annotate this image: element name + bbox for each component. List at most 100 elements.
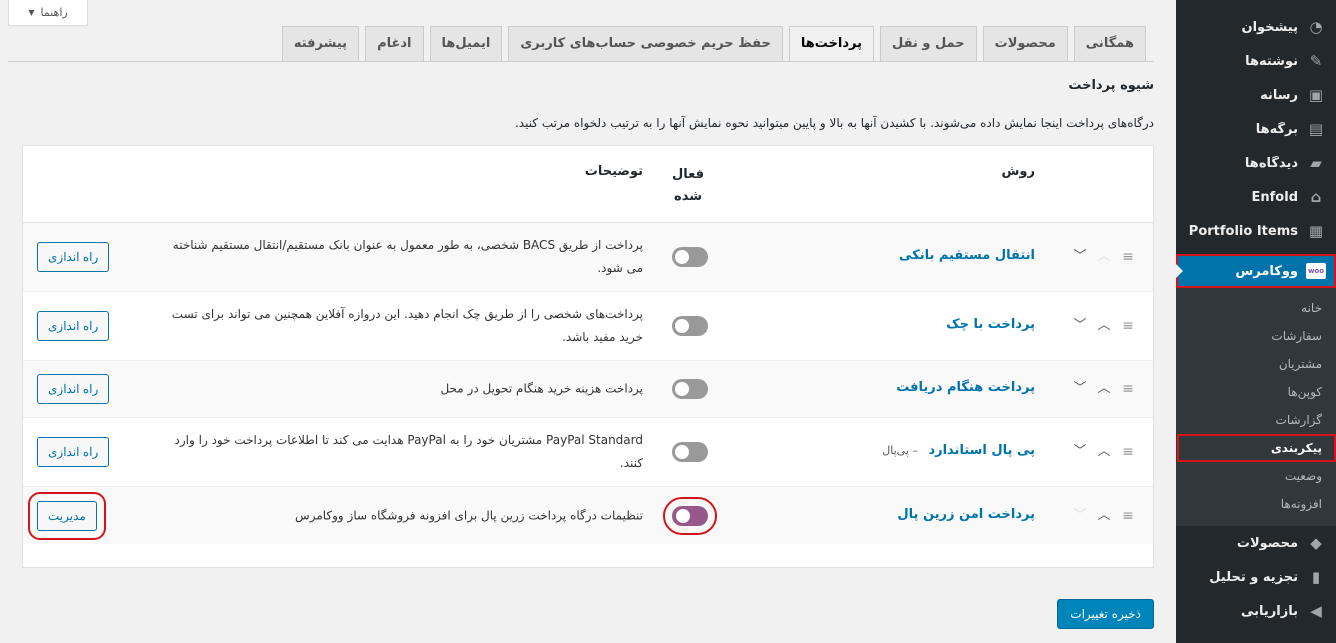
drag-handle-icon[interactable]: ≡ — [1121, 381, 1135, 397]
settings-tabs: همگانی محصولات حمل و نقل پرداخت‌ها حفظ ح… — [281, 26, 1146, 62]
drag-handle-icon[interactable]: ≡ — [1121, 318, 1135, 334]
sidebar-item-pages[interactable]: ▤ برگه‌ها — [1176, 112, 1336, 146]
sidebar-item-dashboard[interactable]: ◔ پیشخوان — [1176, 10, 1336, 44]
submenu-item-orders[interactable]: سفارشات — [1176, 322, 1336, 350]
tabs-divider — [8, 61, 1154, 62]
column-header-method: روش — [1001, 164, 1035, 179]
submenu-item-home[interactable]: خانه — [1176, 294, 1336, 322]
drag-handle-icon[interactable]: ≡ — [1121, 249, 1135, 265]
gateway-description: پرداخت هزینه خرید هنگام تحویل در محل — [440, 381, 643, 396]
gateway-name-text: پی پال استاندارد — [928, 443, 1035, 458]
sidebar-item-label: رسانه — [1260, 87, 1298, 103]
sidebar-item-analytics[interactable]: ▮ تجزیه و تحلیل — [1176, 560, 1336, 594]
payment-gateways-table: روش فعال شده توضیحات ≡ ︿ ﹀ انتقال مستقیم… — [22, 145, 1154, 568]
pages-icon: ▤ — [1308, 120, 1324, 138]
admin-sidebar: ◔ پیشخوان ✎ نوشته‌ها ▣ رسانه ▤ برگه‌ها ▰… — [1176, 0, 1336, 643]
sidebar-item-label: دیدگاه‌ها — [1244, 155, 1298, 171]
gateway-enabled-toggle[interactable] — [663, 496, 717, 535]
section-title: شیوه پرداخت — [1068, 78, 1154, 93]
caret-down-icon: ▼ — [28, 8, 35, 17]
tab-integration[interactable]: ادغام — [365, 26, 424, 62]
gateway-enabled-toggle[interactable] — [672, 316, 708, 336]
sidebar-item-label: تجزیه و تحلیل — [1209, 569, 1298, 585]
sidebar-item-woocommerce[interactable]: woo ووکامرس — [1176, 254, 1336, 288]
portfolio-icon: ▦ — [1308, 222, 1324, 240]
gateway-description: پرداخت از طریق BACS شخصی، به طور معمول ب… — [172, 238, 643, 275]
sort-up-icon[interactable]: ︿ — [1095, 317, 1113, 335]
gateway-setup-button[interactable]: راه اندازی — [37, 437, 110, 467]
gateway-name-link[interactable]: پی پال استاندارد – پی‌پال — [882, 443, 1035, 458]
sort-down-icon[interactable]: ﹀ — [1071, 317, 1089, 335]
drag-handle-icon[interactable]: ≡ — [1121, 444, 1135, 460]
submenu-item-reports[interactable]: گزارشات — [1176, 406, 1336, 434]
gateway-enabled-toggle[interactable] — [672, 379, 708, 399]
submenu-item-extensions[interactable]: افزونه‌ها — [1176, 490, 1336, 518]
sidebar-item-enfold[interactable]: ⌂ Enfold — [1176, 180, 1336, 214]
drag-handle-icon[interactable]: ≡ — [1121, 508, 1135, 524]
tab-general[interactable]: همگانی — [1073, 26, 1146, 62]
sidebar-item-media[interactable]: ▣ رسانه — [1176, 78, 1336, 112]
sidebar-item-portfolio[interactable]: ▦ Portfolio Items — [1176, 214, 1336, 248]
sidebar-item-label: پیشخوان — [1241, 19, 1299, 35]
gateway-name-suffix: – پی‌پال — [882, 444, 918, 457]
sort-down-icon[interactable]: ﹀ — [1071, 443, 1089, 461]
help-tab-label: راهنما — [40, 6, 68, 19]
table-row: ≡ ︿ ﹀ انتقال مستقیم بانکی پرداخت از طریق… — [23, 223, 1153, 292]
gateway-name-link[interactable]: پرداخت هنگام دریافت — [896, 380, 1035, 395]
gateway-name-link[interactable]: پرداخت با چک — [946, 317, 1035, 332]
sidebar-item-products[interactable]: ◆ محصولات — [1176, 526, 1336, 560]
woocommerce-submenu: خانه سفارشات مشتریان کوپن‌ها گزارشات پیک… — [1176, 288, 1336, 526]
dashboard-icon: ◔ — [1309, 18, 1323, 36]
analytics-icon: ▮ — [1311, 568, 1321, 586]
sidebar-item-marketing[interactable]: ◀ بازاریابی — [1176, 594, 1336, 628]
tab-shipping[interactable]: حمل و نقل — [879, 26, 977, 62]
table-row: ≡ ︿ ﹀ پرداخت امن زرین پال تنظیمات درگاه … — [23, 487, 1153, 544]
gateway-enabled-toggle[interactable] — [672, 247, 708, 267]
gateway-name-link[interactable]: پرداخت امن زرین پال — [897, 507, 1035, 522]
gateway-description: تنظیمات درگاه پرداخت زرین پال برای افزون… — [295, 508, 643, 522]
sort-up-icon[interactable]: ︿ — [1095, 443, 1113, 461]
column-header-description: توضیحات — [584, 164, 643, 179]
gateway-name-link[interactable]: انتقال مستقیم بانکی — [899, 248, 1035, 263]
tab-advanced[interactable]: پیشرفته — [281, 26, 360, 62]
woo-badge: woo — [1306, 263, 1326, 279]
gateway-setup-button[interactable]: راه اندازی — [37, 311, 110, 341]
gateway-description: PayPal Standard مشتریان خود را به PayPal… — [174, 433, 643, 470]
column-header-enabled: فعال شده — [671, 167, 704, 204]
tab-products[interactable]: محصولات — [982, 26, 1068, 62]
gateway-setup-button[interactable]: راه اندازی — [37, 242, 110, 272]
submenu-item-customers[interactable]: مشتریان — [1176, 350, 1336, 378]
submenu-item-coupons[interactable]: کوپن‌ها — [1176, 378, 1336, 406]
home-icon: ⌂ — [1310, 188, 1322, 206]
help-tab-button[interactable]: راهنما ▼ — [8, 0, 88, 26]
sidebar-item-label: برگه‌ها — [1255, 121, 1298, 137]
submenu-item-status[interactable]: وضعیت — [1176, 462, 1336, 490]
tab-emails[interactable]: ایمیل‌ها — [429, 26, 503, 62]
tab-accounts-privacy[interactable]: حفظ حریم خصوصی حساب‌های کاربری — [508, 26, 783, 62]
comments-icon: ▰ — [1310, 154, 1322, 172]
sort-down-icon[interactable]: ﹀ — [1071, 507, 1089, 525]
gateway-description: پرداخت‌های شخصی را از طریق چک انجام دهید… — [171, 307, 643, 344]
sidebar-item-label: Enfold — [1251, 189, 1298, 205]
sort-down-icon[interactable]: ﹀ — [1071, 248, 1089, 266]
gateway-enabled-toggle[interactable] — [672, 442, 708, 462]
sidebar-item-posts[interactable]: ✎ نوشته‌ها — [1176, 44, 1336, 78]
tab-payments[interactable]: پرداخت‌ها — [788, 26, 874, 62]
submenu-item-settings[interactable]: پیکربندی — [1177, 434, 1336, 462]
sidebar-item-label: بازاریابی — [1241, 603, 1298, 619]
main-content: راهنما ▼ همگانی محصولات حمل و نقل پرداخت… — [0, 0, 1176, 643]
sidebar-item-label: نوشته‌ها — [1245, 53, 1298, 69]
sort-up-icon[interactable]: ︿ — [1095, 507, 1113, 525]
sort-up-icon[interactable]: ︿ — [1095, 380, 1113, 398]
table-row: ≡ ︿ ﹀ پرداخت هنگام دریافت پرداخت هزینه خ… — [23, 361, 1153, 418]
products-icon: ◆ — [1310, 534, 1322, 552]
sort-up-icon[interactable]: ︿ — [1095, 248, 1113, 266]
megaphone-icon: ◀ — [1310, 602, 1322, 620]
sort-down-icon[interactable]: ﹀ — [1071, 380, 1089, 398]
gateway-manage-button[interactable]: مدیریت — [28, 491, 106, 540]
save-changes-button[interactable]: ذخیره تغییرات — [1057, 599, 1154, 629]
gateway-setup-button[interactable]: راه اندازی — [37, 374, 110, 404]
media-icon: ▣ — [1308, 86, 1324, 104]
sidebar-item-comments[interactable]: ▰ دیدگاه‌ها — [1176, 146, 1336, 180]
